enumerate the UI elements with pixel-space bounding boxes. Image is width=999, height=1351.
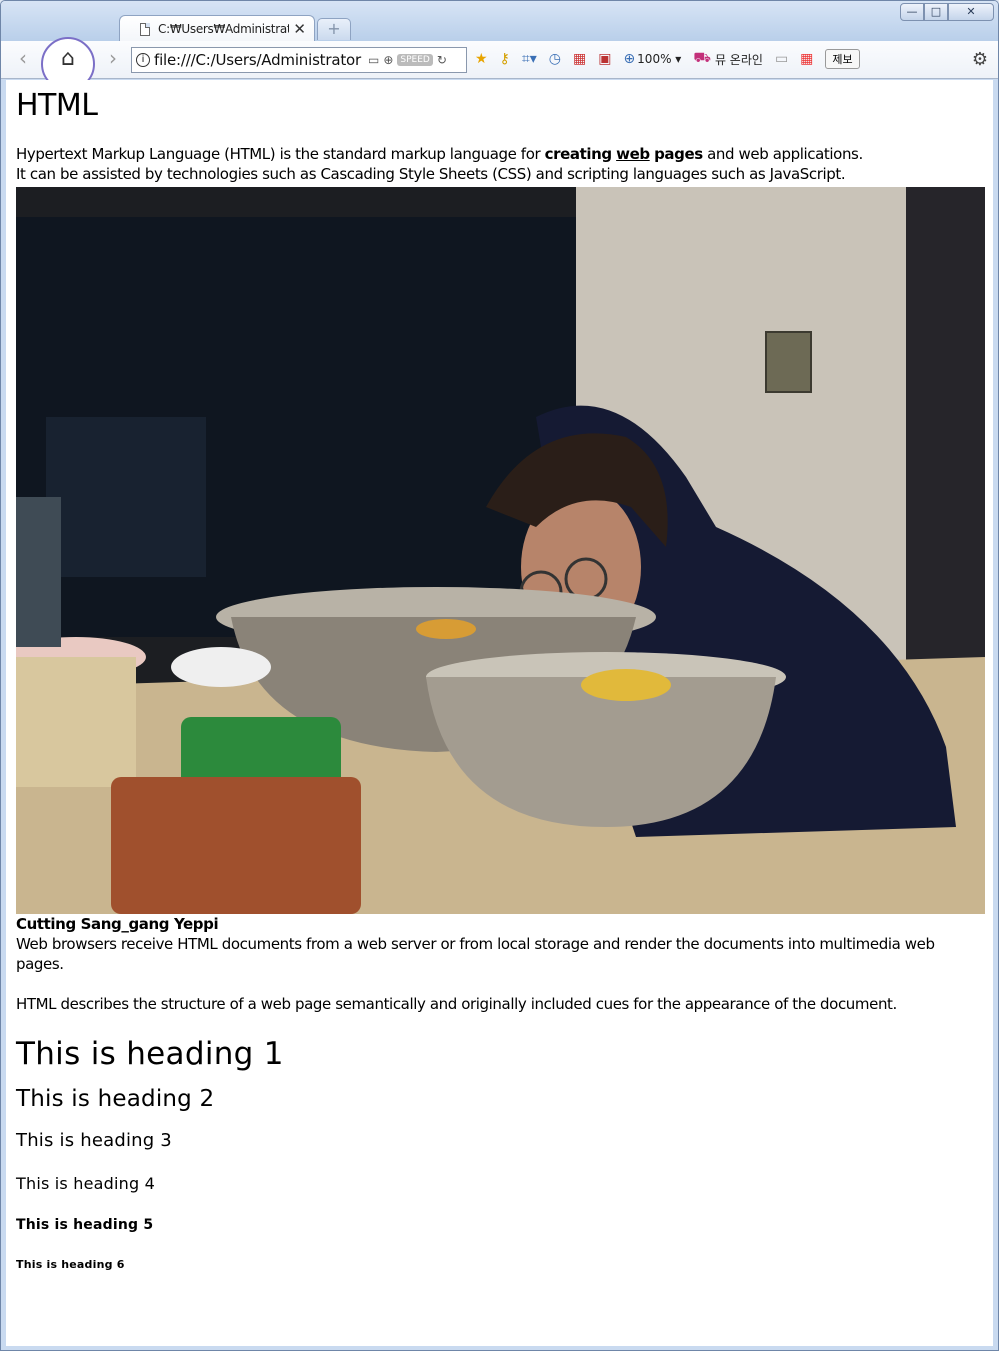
new-tab-button[interactable]: + <box>317 18 351 40</box>
window-icon[interactable]: ▭ <box>775 51 788 67</box>
save-icon[interactable]: ▣ <box>598 51 611 67</box>
refresh-icon[interactable]: ↻ <box>437 53 447 67</box>
star-icon[interactable]: ★ <box>475 51 488 67</box>
bold-creating: creating <box>544 145 613 163</box>
heading-3: This is heading 3 <box>16 1130 172 1151</box>
heading-4: This is heading 4 <box>16 1174 156 1193</box>
photo-caption: Cutting Sang_gang Yeppi <box>16 915 219 933</box>
page-content: HTML Hypertext Markup Language (HTML) is… <box>6 80 993 1346</box>
back-button[interactable]: ‹ <box>11 46 35 70</box>
tab-active[interactable]: C:₩Users₩Administrato ✕ <box>119 15 315 42</box>
crop-icon[interactable]: ⌗▾ <box>522 51 537 67</box>
speed-badge[interactable]: SPEED <box>397 54 433 66</box>
paragraph-structure: HTML describes the structure of a web pa… <box>16 995 897 1013</box>
heading-6: This is heading 6 <box>16 1258 125 1271</box>
maximize-button[interactable]: □ <box>924 3 948 21</box>
plus-circle-icon[interactable]: ⊕ <box>383 53 393 67</box>
photo-illustration <box>16 187 985 914</box>
devices-icon[interactable]: ▭ <box>368 53 379 67</box>
photo-image <box>16 187 985 914</box>
page-title: HTML <box>16 88 98 123</box>
browser-window: C:₩Users₩Administrato ✕ + — □ ✕ ‹ ⌂ › i … <box>0 0 999 1351</box>
heading-5: This is heading 5 <box>16 1217 154 1233</box>
paragraph-browsers: Web browsers receive HTML documents from… <box>16 935 935 973</box>
heading-1: This is heading 1 <box>16 1036 284 1072</box>
toolbar-icons: ★ ⚷ ⌗▾ ◷ ▦ ▣ ⊕ 100% ▾ ⛟ 뮤 온라인 ▭ ▦ 제보 <box>475 49 872 69</box>
minimize-button[interactable]: — <box>900 3 924 21</box>
document-icon <box>140 22 150 36</box>
tab-title: C:₩Users₩Administrato <box>158 22 290 36</box>
address-bar[interactable]: i file:///C:/Users/Administrator ▭ ⊕ SPE… <box>131 47 467 73</box>
intro-line-1: Hypertext Markup Language (HTML) is the … <box>16 144 983 164</box>
forward-button[interactable]: › <box>101 46 125 70</box>
tab-close-icon[interactable]: ✕ <box>293 20 306 38</box>
window-controls: — □ ✕ <box>900 3 994 21</box>
zoom-icon[interactable]: ⊕ <box>623 51 635 67</box>
calendar-icon[interactable]: ▦ <box>573 51 586 67</box>
info-icon[interactable]: i <box>136 53 150 67</box>
key-icon[interactable]: ⚷ <box>500 51 510 67</box>
close-window-button[interactable]: ✕ <box>948 3 994 21</box>
apps-grid-icon[interactable]: ▦ <box>800 51 813 67</box>
tab-strip: C:₩Users₩Administrato ✕ + — □ ✕ <box>1 1 998 42</box>
heading-2: This is heading 2 <box>16 1086 215 1112</box>
zoom-level[interactable]: 100% ▾ <box>637 52 681 66</box>
home-icon: ⌂ <box>61 45 75 71</box>
gear-icon[interactable]: ⚙ <box>972 49 988 70</box>
intro-line-2: It can be assisted by technologies such … <box>16 165 846 183</box>
toolbar: ‹ ⌂ › i file:///C:/Users/Administrator ▭… <box>1 37 998 91</box>
bold-web: web <box>616 145 650 163</box>
bold-pages: pages <box>654 145 703 163</box>
intro-text-end: and web applications. <box>702 145 863 163</box>
cart-icon[interactable]: ⛟ <box>693 50 711 68</box>
intro-text: Hypertext Markup Language (HTML) is the … <box>16 145 545 163</box>
report-button[interactable]: 제보 <box>825 49 860 69</box>
shop-link[interactable]: 뮤 온라인 <box>715 51 763 68</box>
address-input[interactable]: file:///C:/Users/Administrator <box>154 51 364 69</box>
clock-icon[interactable]: ◷ <box>549 51 561 67</box>
